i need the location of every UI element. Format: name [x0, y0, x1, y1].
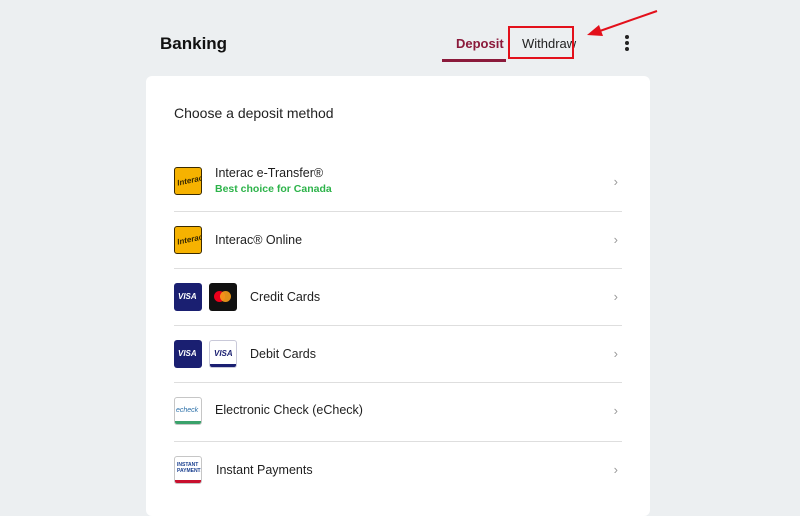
chevron-right-icon: ›: [613, 346, 618, 361]
method-name: Instant Payments: [216, 463, 313, 477]
method-name: Interac e-Transfer®: [215, 166, 324, 180]
chevron-right-icon: ›: [613, 462, 618, 477]
visa-logo-icon: VISA: [174, 340, 202, 368]
interac-logo-icon: Interac: [174, 226, 202, 254]
method-row-debit-cards[interactable]: VISA VISA Debit Cards ›: [174, 326, 622, 383]
interac-logo-icon: Interac: [174, 167, 202, 195]
method-name: Electronic Check (eCheck): [215, 403, 363, 417]
visa-debit-logo-icon: VISA: [209, 340, 237, 368]
method-name: Debit Cards: [250, 347, 316, 361]
deposit-heading: Choose a deposit method: [174, 105, 334, 121]
chevron-right-icon: ›: [613, 289, 618, 304]
method-name: Interac® Online: [215, 233, 303, 247]
page-title: Banking: [160, 34, 228, 53]
method-row-interac-etransfer[interactable]: Interac Interac e-Transfer® Best choice …: [174, 152, 622, 212]
chevron-right-icon: ›: [613, 174, 618, 189]
chevron-right-icon: ›: [613, 403, 618, 418]
chevron-right-icon: ›: [613, 232, 618, 247]
deposit-methods-card: Choose a deposit method Interac Interac …: [146, 76, 650, 516]
mastercard-logo-icon: [209, 283, 237, 311]
method-row-interac-online[interactable]: Interac Interac® Online ›: [174, 212, 622, 269]
tab-deposit[interactable]: Deposit: [456, 36, 504, 51]
withdraw-highlight-box: [508, 26, 574, 59]
banking-header: Banking Deposit Withdraw: [0, 0, 800, 70]
method-row-instant-payments[interactable]: INSTANT PAYMENTS Instant Payments ›: [174, 442, 622, 502]
kebab-menu-icon[interactable]: [620, 35, 634, 51]
annotation-arrow-icon: [587, 10, 658, 36]
visa-logo-icon: VISA: [174, 283, 202, 311]
instant-payments-logo-icon: INSTANT PAYMENTS: [174, 456, 202, 484]
tab-deposit-active-indicator: [442, 59, 506, 62]
method-name: Credit Cards: [250, 290, 321, 304]
echeck-logo-icon: echeck: [174, 397, 202, 425]
method-recommendation-badge: Best choice for Canada: [215, 183, 332, 195]
method-row-echeck[interactable]: echeck Electronic Check (eCheck) ›: [174, 383, 622, 442]
method-row-credit-cards[interactable]: VISA Credit Cards ›: [174, 269, 622, 326]
